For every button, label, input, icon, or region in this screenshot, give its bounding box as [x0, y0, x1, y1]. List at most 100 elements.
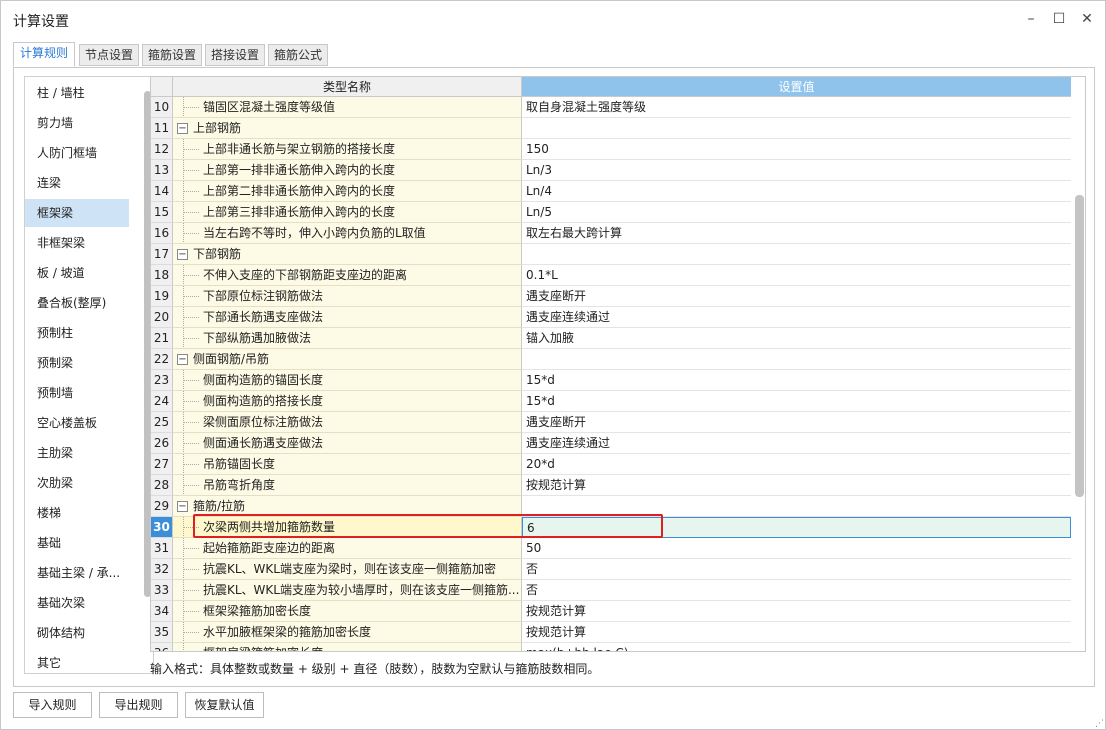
sidebar-item[interactable]: 空心楼盖板 — [25, 409, 129, 437]
setting-value[interactable] — [522, 349, 1071, 370]
sidebar-item[interactable]: 连梁 — [25, 169, 129, 197]
setting-value[interactable]: 15*d — [522, 370, 1071, 391]
close-icon[interactable]: ✕ — [1077, 9, 1097, 29]
sidebar-item[interactable]: 剪力墙 — [25, 109, 129, 137]
table-row[interactable]: 24 侧面构造筋的搭接长度 15*d — [151, 391, 1071, 412]
setting-value[interactable]: 遇支座断开 — [522, 412, 1071, 433]
setting-value[interactable]: 遇支座连续通过 — [522, 433, 1071, 454]
tab-lap-settings[interactable]: 搭接设置 — [205, 44, 265, 66]
column-header-value[interactable]: 设置值 — [522, 77, 1071, 97]
table-row[interactable]: 16 当左右跨不等时，伸入小跨内负筋的L取值 取左右最大跨计算 — [151, 223, 1071, 244]
restore-defaults-button[interactable]: 恢复默认值 — [185, 692, 264, 718]
table-row[interactable]: 12 上部非通长筋与架立钢筋的搭接长度 150 — [151, 139, 1071, 160]
setting-value[interactable]: 取左右最大跨计算 — [522, 223, 1071, 244]
table-row[interactable]: 21 下部纵筋遇加腋做法 锚入加腋 — [151, 328, 1071, 349]
tree-guide-branch — [183, 590, 199, 591]
setting-name: 不伸入支座的下部钢筋距支座边的距离 — [173, 265, 522, 286]
table-row[interactable]: 29− 箍筋/拉筋 — [151, 496, 1071, 517]
setting-value[interactable]: 20*d — [522, 454, 1071, 475]
tab-stirrup-formula[interactable]: 箍筋公式 — [268, 44, 328, 66]
setting-value[interactable]: 150 — [522, 139, 1071, 160]
column-header-name[interactable]: 类型名称 — [173, 77, 522, 97]
sidebar-item[interactable]: 预制墙 — [25, 379, 129, 407]
table-row[interactable]: 19 下部原位标注钢筋做法 遇支座断开 — [151, 286, 1071, 307]
import-rules-button[interactable]: 导入规则 — [13, 692, 92, 718]
sidebar-item[interactable]: 楼梯 — [25, 499, 129, 527]
setting-value[interactable]: 遇支座断开 — [522, 286, 1071, 307]
sidebar-item[interactable]: 预制柱 — [25, 319, 129, 347]
setting-value[interactable]: 按规范计算 — [522, 601, 1071, 622]
table-row[interactable]: 23 侧面构造筋的锚固长度 15*d — [151, 370, 1071, 391]
sidebar-item[interactable]: 预制梁 — [25, 349, 129, 377]
tab-calc-rules[interactable]: 计算规则 — [13, 42, 75, 67]
table-row[interactable]: 14 上部第二排非通长筋伸入跨内的长度 Ln/4 — [151, 181, 1071, 202]
minimize-icon[interactable]: – — [1021, 9, 1041, 29]
sidebar-item[interactable]: 叠合板(整厚) — [25, 289, 129, 317]
setting-name: 次梁两侧共增加箍筋数量 — [173, 517, 522, 538]
setting-value[interactable]: 按规范计算 — [522, 475, 1071, 496]
table-row[interactable]: 10 锚固区混凝土强度等级值 取自身混凝土强度等级 — [151, 97, 1071, 118]
sidebar-item[interactable]: 主肋梁 — [25, 439, 129, 467]
sidebar-item[interactable]: 基础 — [25, 529, 129, 557]
table-row[interactable]: 35 水平加腋框架梁的箍筋加密长度 按规范计算 — [151, 622, 1071, 643]
table-scrollbar[interactable] — [1075, 195, 1084, 497]
table-row[interactable]: 15 上部第三排非通长筋伸入跨内的长度 Ln/5 — [151, 202, 1071, 223]
setting-value[interactable]: 遇支座连续通过 — [522, 307, 1071, 328]
setting-name: 侧面构造筋的锚固长度 — [173, 370, 522, 391]
export-rules-button[interactable]: 导出规则 — [99, 692, 178, 718]
sidebar-item[interactable]: 板 / 坡道 — [25, 259, 129, 287]
sidebar-item[interactable]: 基础次梁 — [25, 589, 129, 617]
table-row[interactable]: 11− 上部钢筋 — [151, 118, 1071, 139]
table-row[interactable]: 17− 下部钢筋 — [151, 244, 1071, 265]
table-row[interactable]: 36 框架扁梁箍筋加密长度 max(b+hb,lae,C) — [151, 643, 1071, 651]
setting-value[interactable]: 取自身混凝土强度等级 — [522, 97, 1071, 118]
setting-value[interactable]: Ln/3 — [522, 160, 1071, 181]
setting-value[interactable] — [522, 496, 1071, 517]
sidebar-item[interactable]: 其它 — [25, 649, 129, 673]
setting-value[interactable]: 锚入加腋 — [522, 328, 1071, 349]
table-row[interactable]: 27 吊筋锚固长度 20*d — [151, 454, 1071, 475]
setting-value[interactable]: max(b+hb,lae,C) — [522, 643, 1071, 651]
tab-stirrup-settings[interactable]: 箍筋设置 — [142, 44, 202, 66]
table-row[interactable]: 28 吊筋弯折角度 按规范计算 — [151, 475, 1071, 496]
sidebar-item[interactable]: 砌体结构 — [25, 619, 129, 647]
table-row[interactable]: 26 侧面通长筋遇支座做法 遇支座连续通过 — [151, 433, 1071, 454]
setting-value[interactable]: 6 — [522, 517, 1071, 538]
table-row[interactable]: 33 抗震KL、WKL端支座为较小墙厚时，则在该支座一侧箍筋... 否 — [151, 580, 1071, 601]
collapse-icon[interactable]: − — [177, 501, 188, 512]
setting-value[interactable] — [522, 244, 1071, 265]
setting-value[interactable] — [522, 118, 1071, 139]
sidebar-item[interactable]: 次肋梁 — [25, 469, 129, 497]
sidebar-item[interactable]: 基础主梁 / 承... — [25, 559, 129, 587]
sidebar-item[interactable]: 柱 / 墙柱 — [25, 79, 129, 107]
table-row[interactable]: 31 起始箍筋距支座边的距离 50 — [151, 538, 1071, 559]
setting-value[interactable]: 否 — [522, 559, 1071, 580]
setting-value[interactable]: 否 — [522, 580, 1071, 601]
sidebar-item[interactable]: 非框架梁 — [25, 229, 129, 257]
setting-value[interactable]: 15*d — [522, 391, 1071, 412]
sidebar-item[interactable]: 框架梁 — [25, 199, 129, 227]
setting-value[interactable]: Ln/4 — [522, 181, 1071, 202]
sidebar-item[interactable]: 人防门框墙 — [25, 139, 129, 167]
setting-value[interactable]: Ln/5 — [522, 202, 1071, 223]
table-row[interactable]: 18 不伸入支座的下部钢筋距支座边的距离 0.1*L — [151, 265, 1071, 286]
table-row[interactable]: 32 抗震KL、WKL端支座为梁时，则在该支座一侧箍筋加密 否 — [151, 559, 1071, 580]
setting-value[interactable]: 50 — [522, 538, 1071, 559]
collapse-icon[interactable]: − — [177, 249, 188, 260]
resize-grip-icon[interactable]: ⋰ — [1095, 719, 1104, 729]
table-row[interactable]: 30 次梁两侧共增加箍筋数量 6 — [151, 517, 1071, 538]
collapse-icon[interactable]: − — [177, 123, 188, 134]
setting-name: 起始箍筋距支座边的距离 — [173, 538, 522, 559]
table-row[interactable]: 22− 侧面钢筋/吊筋 — [151, 349, 1071, 370]
maximize-icon[interactable]: ☐ — [1049, 9, 1069, 29]
setting-value[interactable]: 0.1*L — [522, 265, 1071, 286]
collapse-icon[interactable]: − — [177, 354, 188, 365]
calc-settings-window: 计算设置 – ☐ ✕ 计算规则 节点设置 箍筋设置 搭接设置 箍筋公式 其它 砌体… — [0, 0, 1106, 730]
tab-node-settings[interactable]: 节点设置 — [79, 44, 139, 66]
table-row[interactable]: 20 下部通长筋遇支座做法 遇支座连续通过 — [151, 307, 1071, 328]
table-row[interactable]: 13 上部第一排非通长筋伸入跨内的长度 Ln/3 — [151, 160, 1071, 181]
table-row[interactable]: 25 梁侧面原位标注筋做法 遇支座断开 — [151, 412, 1071, 433]
tree-guide-branch — [183, 422, 199, 423]
setting-value[interactable]: 按规范计算 — [522, 622, 1071, 643]
table-row[interactable]: 34 框架梁箍筋加密长度 按规范计算 — [151, 601, 1071, 622]
